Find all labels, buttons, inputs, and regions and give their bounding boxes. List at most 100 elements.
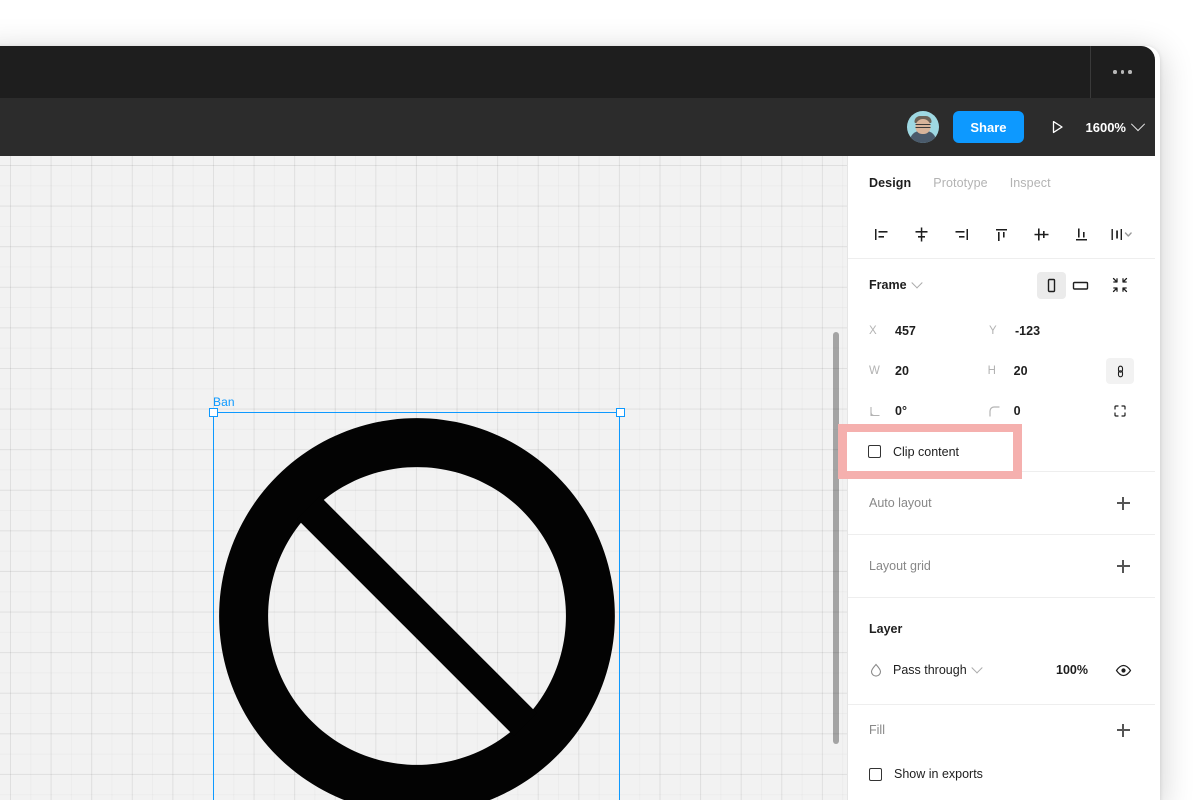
opacity-value[interactable]: 100% (1056, 663, 1088, 677)
frame-header: Frame (869, 259, 1134, 311)
corner-radius-value[interactable]: 0 (1014, 404, 1021, 418)
layout-grid-label: Layout grid (869, 559, 931, 573)
align-bottom-button[interactable] (1069, 221, 1095, 248)
avatar[interactable] (907, 111, 940, 143)
glasses-icon (915, 124, 931, 128)
rotation-radius-row: 0° 0 (869, 391, 1134, 431)
show-in-exports-checkbox[interactable] (869, 767, 882, 781)
x-label: X (869, 325, 877, 337)
fill-section: Fill Show in exports (848, 705, 1155, 793)
distribute-button[interactable] (1109, 221, 1135, 248)
portrait-icon (1047, 278, 1056, 292)
ban-icon (219, 418, 615, 800)
panel-tabs: Design Prototype Inspect (848, 156, 1155, 210)
clip-content-highlighted-row[interactable]: Clip content (847, 432, 1014, 471)
present-button[interactable] (1042, 112, 1072, 142)
design-panel: Design Prototype Inspect Frame X 457 Y -… (847, 156, 1155, 800)
toolbar-right-group: Share 1600% (907, 98, 1155, 156)
align-vertical-center-icon (1034, 228, 1049, 240)
y-field[interactable]: Y -123 (989, 324, 1109, 338)
independent-corners-button[interactable] (1106, 398, 1134, 424)
corner-radius-field[interactable]: 0 (988, 404, 1107, 418)
app-window: Share 1600% Ban Design Prototype Inspect… (0, 46, 1155, 800)
h-value[interactable]: 20 (1014, 364, 1028, 378)
height-field[interactable]: H 20 (988, 364, 1107, 378)
figma-app-screenshot: Share 1600% Ban Design Prototype Inspect… (0, 0, 1200, 800)
toolbar: Share 1600% (0, 98, 1155, 156)
align-vertical-center-button[interactable] (1029, 221, 1055, 248)
fill-label: Fill (869, 723, 885, 737)
position-row: X 457 Y -123 (869, 311, 1134, 351)
add-auto-layout-button[interactable] (1112, 492, 1134, 514)
orientation-portrait-button[interactable] (1037, 271, 1066, 299)
auto-layout-section: Auto layout (848, 472, 1155, 535)
distribute-icon (1111, 228, 1132, 240)
zoom-level-value: 1600% (1085, 119, 1126, 135)
layout-grid-row: Layout grid (869, 535, 1134, 597)
show-in-exports-row: Show in exports (869, 755, 1134, 793)
w-value[interactable]: 20 (895, 364, 909, 378)
chevron-down-icon (1130, 117, 1146, 132)
resize-to-fit-icon (1112, 277, 1127, 293)
ban-icon-artwork[interactable] (213, 412, 621, 800)
h-label: H (987, 365, 996, 377)
resize-handle-top-right[interactable] (616, 408, 625, 417)
rotation-value[interactable]: 0° (895, 404, 907, 418)
title-bar (0, 46, 1155, 98)
resize-to-fit-button[interactable] (1105, 272, 1134, 299)
eye-icon (1115, 664, 1131, 676)
visibility-toggle-button[interactable] (1112, 662, 1134, 679)
auto-layout-label: Auto layout (869, 496, 932, 510)
orientation-landscape-button[interactable] (1066, 272, 1095, 299)
w-label: W (869, 365, 880, 377)
menu-dot-icon (1120, 70, 1125, 74)
corner-radius-icon (988, 405, 1014, 418)
layer-blend-row: Pass through 100% (869, 650, 1134, 704)
zoom-level-control[interactable]: 1600% (1085, 117, 1146, 135)
x-value[interactable]: 457 (895, 324, 916, 338)
resize-handle-top-left[interactable] (209, 408, 218, 417)
rotation-icon (869, 405, 895, 418)
fill-header: Fill (869, 705, 1134, 755)
align-top-icon (995, 228, 1007, 241)
rotation-field[interactable]: 0° (869, 404, 988, 418)
overflow-menu-button[interactable] (1090, 46, 1155, 98)
landscape-icon (1072, 281, 1089, 290)
selection-layer-name: Ban (213, 395, 235, 409)
layer-section: Layer Pass through 100% (848, 598, 1155, 705)
menu-dot-icon (1113, 70, 1117, 74)
width-field[interactable]: W 20 (869, 364, 988, 378)
frame-title: Frame (869, 278, 907, 292)
share-button[interactable]: Share (953, 111, 1024, 143)
layer-title: Layer (869, 622, 903, 636)
show-in-exports-label: Show in exports (894, 767, 983, 781)
size-row: W 20 H 20 (869, 351, 1134, 391)
align-right-icon (955, 228, 968, 240)
canvas-vertical-scrollbar[interactable] (833, 332, 839, 744)
tab-prototype[interactable]: Prototype (933, 176, 987, 190)
blend-mode-icon (869, 663, 893, 677)
clip-content-label-highlighted: Clip content (893, 444, 960, 459)
align-top-button[interactable] (988, 221, 1014, 248)
auto-layout-row: Auto layout (869, 472, 1134, 534)
alignment-toolbar (848, 210, 1155, 259)
chevron-down-icon[interactable] (971, 662, 983, 674)
align-bottom-icon (1076, 228, 1088, 240)
y-value[interactable]: -123 (1015, 324, 1040, 338)
align-horizontal-center-icon (915, 227, 928, 241)
chevron-down-icon[interactable] (910, 277, 923, 289)
align-left-button[interactable] (868, 221, 894, 248)
align-horizontal-center-button[interactable] (908, 221, 934, 248)
add-layout-grid-button[interactable] (1112, 555, 1134, 577)
y-label: Y (989, 325, 997, 337)
x-field[interactable]: X 457 (869, 324, 989, 338)
add-fill-button[interactable] (1112, 719, 1134, 741)
canvas[interactable]: Ban 20 × 20 (0, 156, 847, 800)
clip-content-checkbox-highlighted[interactable] (868, 445, 881, 458)
tab-design[interactable]: Design (869, 176, 911, 190)
align-right-button[interactable] (948, 221, 974, 248)
blend-mode-value[interactable]: Pass through (893, 663, 967, 677)
constrain-proportions-button[interactable] (1106, 358, 1134, 384)
link-icon (1117, 365, 1123, 377)
tab-inspect[interactable]: Inspect (1010, 176, 1051, 190)
